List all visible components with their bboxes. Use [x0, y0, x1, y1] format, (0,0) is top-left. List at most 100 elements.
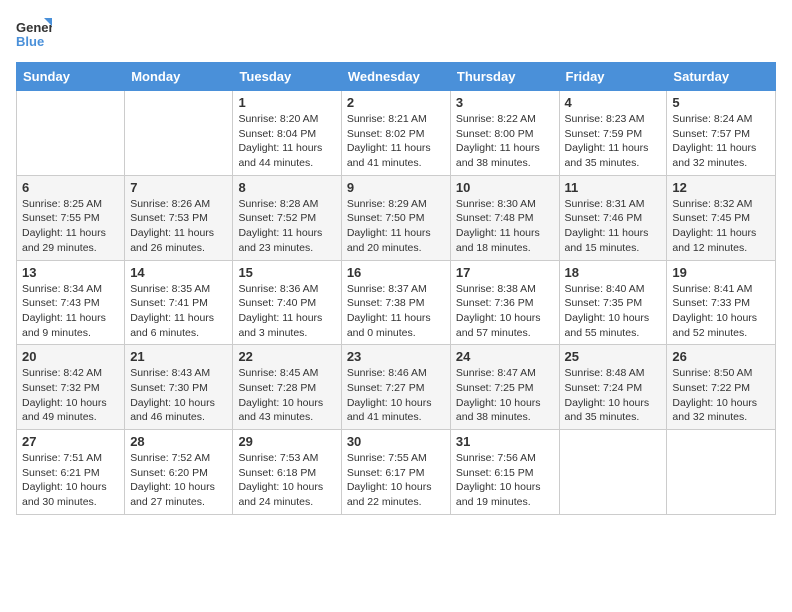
cell-details: Sunrise: 8:46 AM Sunset: 7:27 PM Dayligh… — [347, 366, 445, 425]
calendar-cell: 23 Sunrise: 8:46 AM Sunset: 7:27 PM Dayli… — [341, 345, 450, 430]
day-number: 3 — [456, 95, 554, 110]
day-number: 31 — [456, 434, 554, 449]
calendar-cell: 22 Sunrise: 8:45 AM Sunset: 7:28 PM Dayli… — [233, 345, 341, 430]
cell-details: Sunrise: 8:45 AM Sunset: 7:28 PM Dayligh… — [238, 366, 335, 425]
cell-details: Sunrise: 8:50 AM Sunset: 7:22 PM Dayligh… — [672, 366, 770, 425]
logo-svg: General Blue — [16, 16, 52, 52]
weekday-header-tuesday: Tuesday — [233, 63, 341, 91]
weekday-header-monday: Monday — [125, 63, 233, 91]
calendar-cell: 21 Sunrise: 8:43 AM Sunset: 7:30 PM Dayli… — [125, 345, 233, 430]
cell-details: Sunrise: 8:22 AM Sunset: 8:00 PM Dayligh… — [456, 112, 554, 171]
calendar-table: SundayMondayTuesdayWednesdayThursdayFrid… — [16, 62, 776, 515]
cell-details: Sunrise: 8:40 AM Sunset: 7:35 PM Dayligh… — [565, 282, 662, 341]
cell-details: Sunrise: 8:36 AM Sunset: 7:40 PM Dayligh… — [238, 282, 335, 341]
cell-details: Sunrise: 8:34 AM Sunset: 7:43 PM Dayligh… — [22, 282, 119, 341]
cell-details: Sunrise: 8:30 AM Sunset: 7:48 PM Dayligh… — [456, 197, 554, 256]
weekday-header-wednesday: Wednesday — [341, 63, 450, 91]
day-number: 21 — [130, 349, 227, 364]
calendar-cell — [125, 91, 233, 176]
calendar-cell: 30 Sunrise: 7:55 AM Sunset: 6:17 PM Dayli… — [341, 430, 450, 515]
calendar-cell: 10 Sunrise: 8:30 AM Sunset: 7:48 PM Dayli… — [450, 175, 559, 260]
cell-details: Sunrise: 8:28 AM Sunset: 7:52 PM Dayligh… — [238, 197, 335, 256]
calendar-cell: 18 Sunrise: 8:40 AM Sunset: 7:35 PM Dayli… — [559, 260, 667, 345]
cell-details: Sunrise: 7:51 AM Sunset: 6:21 PM Dayligh… — [22, 451, 119, 510]
day-number: 10 — [456, 180, 554, 195]
calendar-cell: 27Sunrise: 7:51 AM Sunset: 6:21 PM Dayli… — [17, 430, 125, 515]
logo: General Blue — [16, 16, 52, 52]
cell-details: Sunrise: 8:42 AM Sunset: 7:32 PM Dayligh… — [22, 366, 119, 425]
calendar-cell: 14Sunrise: 8:35 AM Sunset: 7:41 PM Dayli… — [125, 260, 233, 345]
svg-text:Blue: Blue — [16, 34, 44, 49]
cell-details: Sunrise: 8:47 AM Sunset: 7:25 PM Dayligh… — [456, 366, 554, 425]
calendar-cell: 17 Sunrise: 8:38 AM Sunset: 7:36 PM Dayli… — [450, 260, 559, 345]
weekday-header-saturday: Saturday — [667, 63, 776, 91]
calendar-cell: 16 Sunrise: 8:37 AM Sunset: 7:38 PM Dayli… — [341, 260, 450, 345]
weekday-header-thursday: Thursday — [450, 63, 559, 91]
cell-details: Sunrise: 8:41 AM Sunset: 7:33 PM Dayligh… — [672, 282, 770, 341]
calendar-cell: 31 Sunrise: 7:56 AM Sunset: 6:15 PM Dayli… — [450, 430, 559, 515]
day-number: 22 — [238, 349, 335, 364]
day-number: 23 — [347, 349, 445, 364]
calendar-cell — [559, 430, 667, 515]
day-number: 1 — [238, 95, 335, 110]
day-number: 19 — [672, 265, 770, 280]
calendar-cell: 19 Sunrise: 8:41 AM Sunset: 7:33 PM Dayli… — [667, 260, 776, 345]
calendar-cell: 9Sunrise: 8:29 AM Sunset: 7:50 PM Daylig… — [341, 175, 450, 260]
cell-details: Sunrise: 8:26 AM Sunset: 7:53 PM Dayligh… — [130, 197, 227, 256]
cell-details: Sunrise: 8:48 AM Sunset: 7:24 PM Dayligh… — [565, 366, 662, 425]
day-number: 8 — [238, 180, 335, 195]
cell-details: Sunrise: 7:52 AM Sunset: 6:20 PM Dayligh… — [130, 451, 227, 510]
day-number: 26 — [672, 349, 770, 364]
weekday-header-friday: Friday — [559, 63, 667, 91]
cell-details: Sunrise: 8:20 AM Sunset: 8:04 PM Dayligh… — [238, 112, 335, 171]
day-number: 12 — [672, 180, 770, 195]
cell-details: Sunrise: 8:21 AM Sunset: 8:02 PM Dayligh… — [347, 112, 445, 171]
day-number: 17 — [456, 265, 554, 280]
calendar-cell: 5 Sunrise: 8:24 AM Sunset: 7:57 PM Daylig… — [667, 91, 776, 176]
day-number: 20 — [22, 349, 119, 364]
day-number: 24 — [456, 349, 554, 364]
calendar-cell: 6 Sunrise: 8:25 AM Sunset: 7:55 PM Daylig… — [17, 175, 125, 260]
calendar-cell: 4Sunrise: 8:23 AM Sunset: 7:59 PM Daylig… — [559, 91, 667, 176]
calendar-cell: 8 Sunrise: 8:28 AM Sunset: 7:52 PM Daylig… — [233, 175, 341, 260]
calendar-cell — [667, 430, 776, 515]
cell-details: Sunrise: 7:55 AM Sunset: 6:17 PM Dayligh… — [347, 451, 445, 510]
day-number: 14 — [130, 265, 227, 280]
calendar-cell: 3 Sunrise: 8:22 AM Sunset: 8:00 PM Daylig… — [450, 91, 559, 176]
calendar-cell: 2 Sunrise: 8:21 AM Sunset: 8:02 PM Daylig… — [341, 91, 450, 176]
day-number: 15 — [238, 265, 335, 280]
day-number: 5 — [672, 95, 770, 110]
cell-details: Sunrise: 8:43 AM Sunset: 7:30 PM Dayligh… — [130, 366, 227, 425]
cell-details: Sunrise: 7:56 AM Sunset: 6:15 PM Dayligh… — [456, 451, 554, 510]
cell-details: Sunrise: 8:37 AM Sunset: 7:38 PM Dayligh… — [347, 282, 445, 341]
day-number: 25 — [565, 349, 662, 364]
calendar-cell: 26 Sunrise: 8:50 AM Sunset: 7:22 PM Dayli… — [667, 345, 776, 430]
header: General Blue — [16, 16, 776, 52]
day-number: 7 — [130, 180, 227, 195]
cell-details: Sunrise: 8:32 AM Sunset: 7:45 PM Dayligh… — [672, 197, 770, 256]
svg-text:General: General — [16, 20, 52, 35]
weekday-header-sunday: Sunday — [17, 63, 125, 91]
calendar-cell: 28 Sunrise: 7:52 AM Sunset: 6:20 PM Dayli… — [125, 430, 233, 515]
cell-details: Sunrise: 8:24 AM Sunset: 7:57 PM Dayligh… — [672, 112, 770, 171]
day-number: 6 — [22, 180, 119, 195]
day-number: 28 — [130, 434, 227, 449]
calendar-cell: 11 Sunrise: 8:31 AM Sunset: 7:46 PM Dayli… — [559, 175, 667, 260]
day-number: 18 — [565, 265, 662, 280]
day-number: 2 — [347, 95, 445, 110]
calendar-cell: 12 Sunrise: 8:32 AM Sunset: 7:45 PM Dayli… — [667, 175, 776, 260]
calendar-cell: 29 Sunrise: 7:53 AM Sunset: 6:18 PM Dayli… — [233, 430, 341, 515]
day-number: 30 — [347, 434, 445, 449]
calendar-cell: 15 Sunrise: 8:36 AM Sunset: 7:40 PM Dayli… — [233, 260, 341, 345]
cell-details: Sunrise: 8:38 AM Sunset: 7:36 PM Dayligh… — [456, 282, 554, 341]
day-number: 16 — [347, 265, 445, 280]
day-number: 29 — [238, 434, 335, 449]
cell-details: Sunrise: 8:31 AM Sunset: 7:46 PM Dayligh… — [565, 197, 662, 256]
cell-details: Sunrise: 7:53 AM Sunset: 6:18 PM Dayligh… — [238, 451, 335, 510]
calendar-cell: 1 Sunrise: 8:20 AM Sunset: 8:04 PM Daylig… — [233, 91, 341, 176]
day-number: 4 — [565, 95, 662, 110]
calendar-cell — [17, 91, 125, 176]
calendar-cell: 13Sunrise: 8:34 AM Sunset: 7:43 PM Dayli… — [17, 260, 125, 345]
cell-details: Sunrise: 8:25 AM Sunset: 7:55 PM Dayligh… — [22, 197, 119, 256]
day-number: 11 — [565, 180, 662, 195]
